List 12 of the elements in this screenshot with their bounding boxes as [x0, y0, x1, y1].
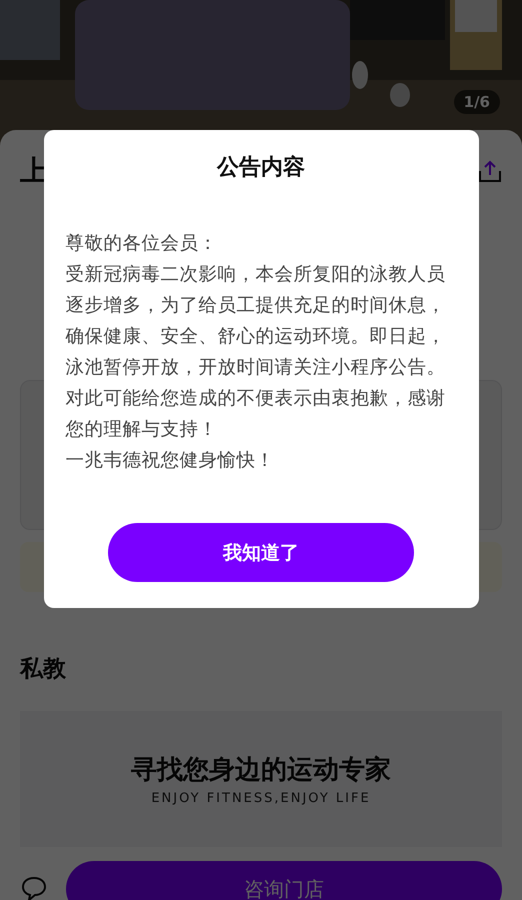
- section-heading: 私教: [20, 656, 67, 683]
- banner-title: 寻找您身边的运动专家: [131, 754, 391, 787]
- announcement-text: 受新冠病毒二次影响，本会所复阳的泳教人员逐步增多，为了给员工提供充足的时间休息，确保健康、安全、舒心的运动环境。即日起，泳池暂停开放，开放时间请关注小程序公告。对此可能给您造成的不便表示由衷抱歉，感谢您的理解与支持！: [66, 263, 446, 442]
- chat-icon[interactable]: [20, 875, 48, 900]
- dialog-title: 公告内容: [217, 154, 305, 182]
- coach-banner[interactable]: 寻找您身边的运动专家 ENJOY FITNESS,ENJOY LIFE: [20, 711, 502, 847]
- share-icon[interactable]: [478, 159, 502, 183]
- announcement-text: 一兆韦德祝您健身愉快！: [66, 449, 276, 473]
- banner-subtitle: ENJOY FITNESS,ENJOY LIFE: [151, 791, 371, 806]
- consult-store-button[interactable]: 咨询门店: [66, 861, 502, 900]
- announcement-text: 尊敬的各位会员：: [66, 232, 218, 256]
- confirm-button[interactable]: 我知道了: [108, 523, 414, 582]
